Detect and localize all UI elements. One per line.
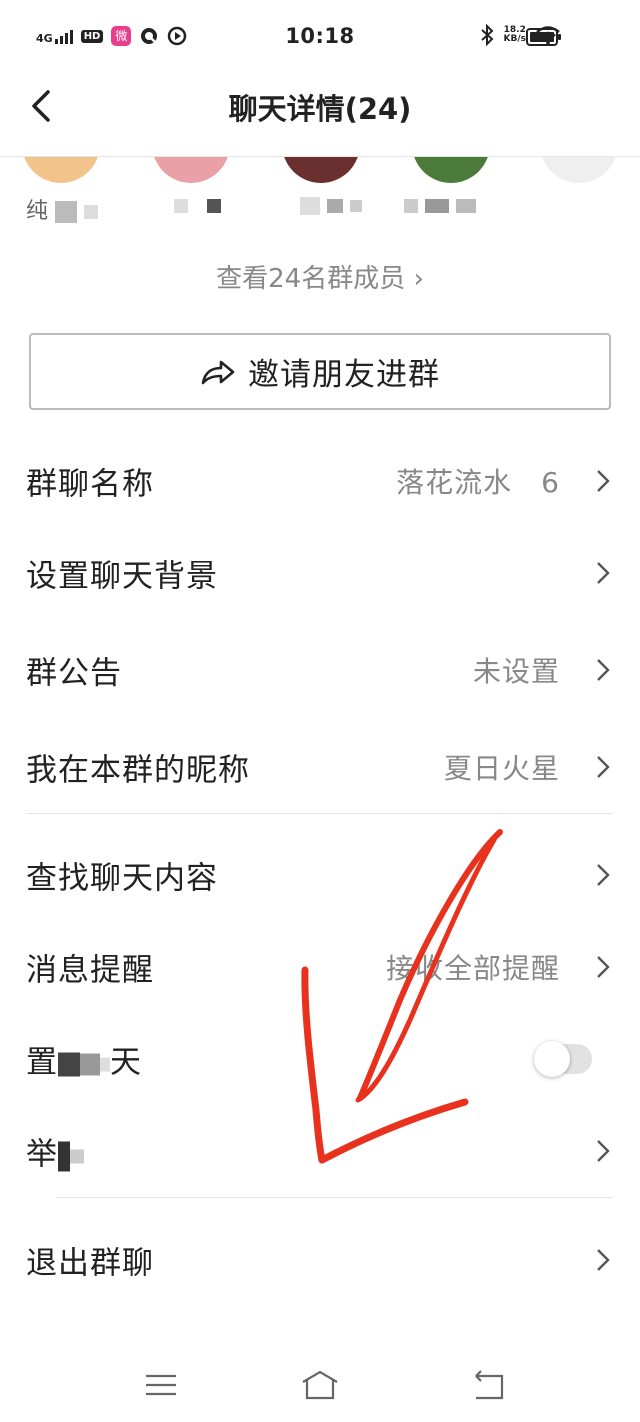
mosaic-blur: [174, 199, 188, 213]
mosaic-blur: [58, 1052, 80, 1076]
row-label-start: 置: [26, 1044, 58, 1081]
row-report[interactable]: 举: [0, 1105, 640, 1197]
member-avatar[interactable]: [22, 157, 100, 183]
mosaic-blur: [404, 199, 418, 213]
member-avatar[interactable]: [152, 157, 230, 183]
row-message-notification[interactable]: 消息提醒 接收全部提醒: [0, 921, 640, 1013]
chevron-right-icon: [597, 659, 610, 681]
home-icon[interactable]: [300, 1368, 340, 1402]
chevron-right-icon: [597, 956, 610, 978]
top-bar: 聊天详情(24): [0, 72, 640, 156]
row-search-history[interactable]: 查找聊天内容: [0, 829, 640, 921]
row-value: 接收全部提醒: [385, 952, 560, 985]
net-speed-unit: KB/s: [503, 34, 526, 44]
chevron-right-icon: [597, 1249, 610, 1271]
status-bar: 4G HD 微 10:18 18.2 KB/s: [0, 0, 640, 72]
page-title: 聊天详情(24): [228, 92, 412, 126]
invite-friends-label: 邀请朋友进群: [248, 357, 440, 393]
chevron-right-icon: [597, 1140, 610, 1162]
member-name: [404, 193, 476, 221]
menu-icon[interactable]: [142, 1368, 182, 1402]
section-divider: [56, 1197, 612, 1198]
row-label-start: 举: [26, 1136, 58, 1173]
row-exit-group[interactable]: 退出群聊: [0, 1214, 640, 1306]
member-avatar[interactable]: [282, 157, 360, 183]
row-group-notice[interactable]: 群公告 未设置: [0, 624, 640, 716]
system-nav-bar: [0, 1350, 640, 1422]
member-name: [174, 193, 221, 221]
mosaic-blur: [456, 199, 476, 213]
row-value: 夏日火星: [443, 752, 560, 785]
member-name: 纯: [26, 193, 99, 224]
mosaic-blur: [70, 1149, 84, 1163]
back-icon[interactable]: [468, 1368, 508, 1402]
chevron-right-icon: [597, 756, 610, 778]
mosaic-blur: [100, 1057, 110, 1071]
row-pin-chat[interactable]: 置天: [0, 1013, 640, 1105]
mosaic-blur: [300, 197, 320, 215]
section-divider: [26, 813, 612, 814]
mosaic-blur: [58, 1141, 70, 1171]
mosaic-blur: [80, 1053, 100, 1075]
row-label: 消息提醒: [26, 952, 154, 989]
row-chat-background[interactable]: 设置聊天背景: [0, 527, 640, 619]
member-name: [300, 193, 362, 221]
row-label: 查找聊天内容: [26, 860, 218, 897]
chevron-right-icon: [597, 470, 610, 492]
row-label: 退出群聊: [26, 1245, 154, 1282]
toggle-knob: [534, 1041, 570, 1077]
row-value: 未设置: [472, 655, 560, 688]
invite-friends-button[interactable]: 邀请朋友进群: [29, 333, 611, 410]
mosaic-blur: [84, 205, 99, 219]
member-avatar[interactable]: [540, 157, 618, 183]
row-label: 举: [26, 1129, 84, 1174]
pin-chat-toggle[interactable]: [534, 1041, 592, 1077]
mosaic-blur: [55, 201, 78, 223]
chevron-right-icon: [597, 562, 610, 584]
share-arrow-icon: [201, 360, 235, 384]
net-speed: 18.2 KB/s: [504, 26, 526, 44]
member-name-text: 纯: [26, 199, 49, 224]
row-label: 置天: [26, 1037, 142, 1082]
mosaic-blur: [350, 200, 362, 212]
row-my-nickname[interactable]: 我在本群的昵称 夏日火星: [0, 721, 640, 813]
row-group-name[interactable]: 群聊名称 落花流水 6: [0, 435, 640, 527]
row-label: 设置聊天背景: [26, 558, 218, 595]
row-value: 落花流水 6: [396, 466, 560, 499]
row-label: 我在本群的昵称: [26, 752, 250, 789]
battery-icon: [526, 28, 561, 46]
chevron-right-icon: [597, 864, 610, 886]
mosaic-blur: [327, 199, 343, 213]
mosaic-blur: [207, 199, 221, 213]
bluetooth-icon: [480, 24, 493, 46]
row-label-end: 天: [110, 1044, 142, 1081]
row-label: 群聊名称: [26, 466, 154, 503]
view-all-members-link[interactable]: 查看24名群成员 ›: [0, 258, 640, 295]
mosaic-blur: [425, 199, 449, 213]
member-avatar[interactable]: [412, 157, 490, 183]
row-label: 群公告: [26, 655, 122, 692]
member-grid: 纯: [0, 157, 640, 237]
